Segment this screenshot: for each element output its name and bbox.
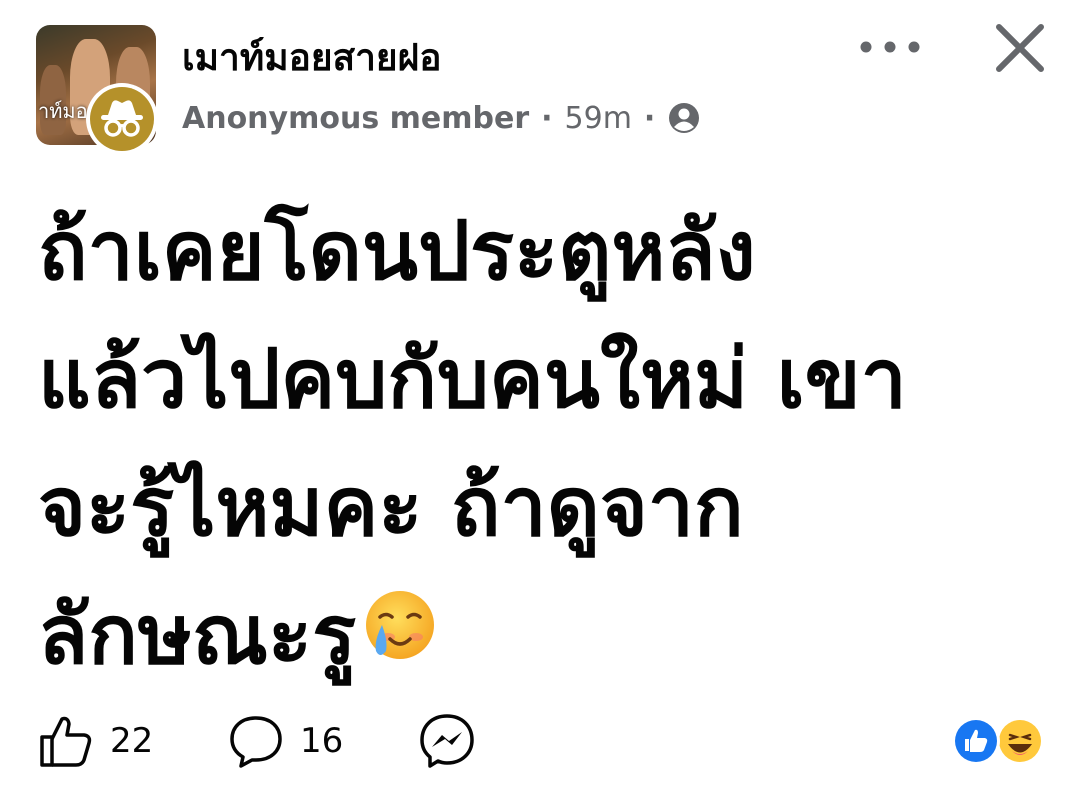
- post-text-line: จะรู้ไหมคะ ถ้าดูจาก: [38, 460, 744, 555]
- post-text-line-with-emoji: จะรู้ไหมคะ ถ้าดูจาก: [38, 444, 1048, 572]
- post-text-line: ถ้าเคยโดนประตูหลัง: [38, 204, 756, 299]
- post-text-line: แล้วไปคบกับคนใหม่ เขา: [38, 332, 907, 427]
- like-count: 22: [110, 721, 154, 761]
- avatar-text: าท์มอ: [38, 99, 88, 123]
- anonymous-badge-fill: [90, 87, 154, 151]
- close-icon: [996, 24, 1044, 72]
- more-dots-icon: [860, 41, 920, 53]
- group-name[interactable]: เมาท์มอยสายฝอ: [182, 32, 441, 84]
- messenger-icon: [420, 714, 474, 768]
- reaction-icons: [952, 717, 1044, 765]
- like-reaction-icon: [952, 717, 1000, 765]
- comment-button[interactable]: 16: [226, 711, 416, 771]
- reaction-summary[interactable]: [946, 715, 1050, 767]
- comment-count: 16: [300, 721, 344, 761]
- post-avatar[interactable]: าท์มอ: [36, 25, 162, 155]
- post-timestamp[interactable]: 59m: [565, 101, 632, 136]
- like-button[interactable]: 22: [36, 711, 226, 771]
- meta-separator: ·: [643, 100, 656, 136]
- meta-separator: ·: [541, 100, 553, 136]
- haha-reaction-icon: [996, 717, 1044, 765]
- post-actions: 22 16: [36, 708, 478, 774]
- anonymous-badge: [86, 83, 158, 155]
- close-button[interactable]: [990, 18, 1050, 78]
- send-messenger-button[interactable]: [416, 710, 478, 772]
- post-text: ถ้าเคยโดนประตูหลัง แล้วไปคบกับคนใหม่ เขา…: [38, 188, 1048, 700]
- post-text-line: ลักษณะรู: [38, 588, 357, 683]
- post-meta: Anonymous member · 59m ·: [182, 96, 701, 140]
- group-members-icon: [667, 101, 701, 135]
- more-options-button[interactable]: [856, 32, 924, 62]
- post-text-last-line: ลักษณะรู: [38, 572, 1048, 700]
- smiling-face-with-tear-emoji: [356, 578, 440, 662]
- comment-bubble-icon: [230, 716, 282, 768]
- incognito-icon: [101, 100, 143, 137]
- author-name[interactable]: Anonymous member: [182, 101, 529, 136]
- thumbs-up-icon: [40, 716, 92, 767]
